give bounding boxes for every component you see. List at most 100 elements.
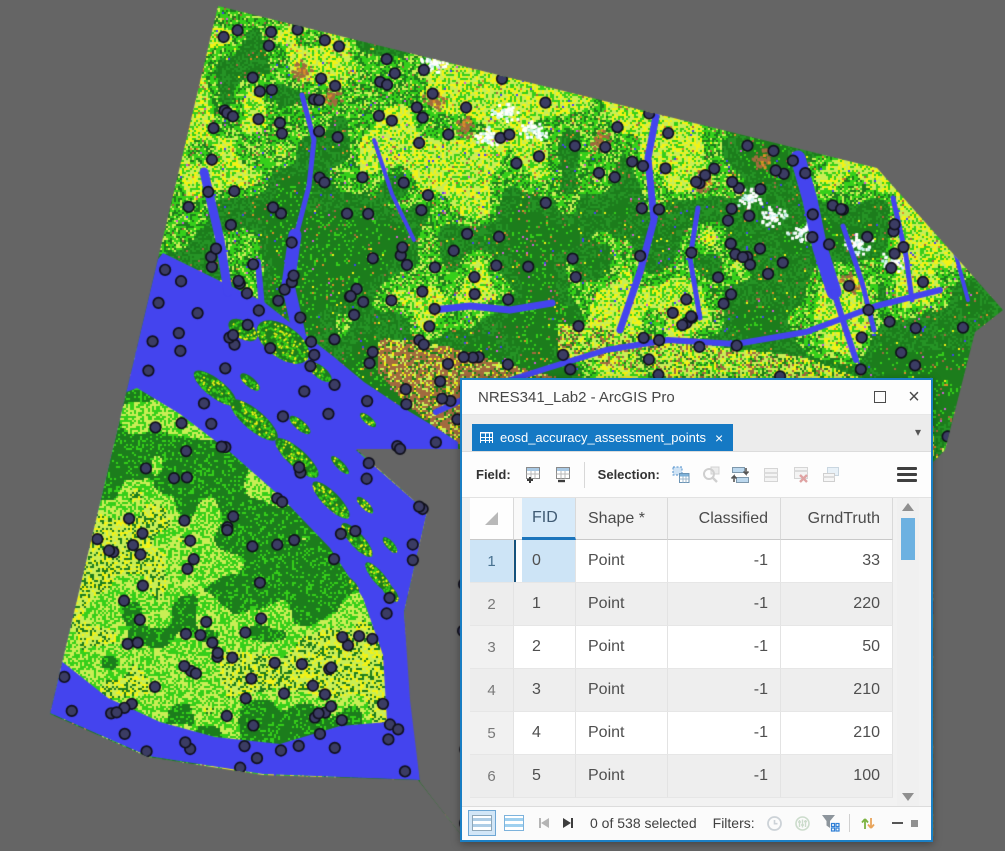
selection-count-text: 0 of 538 selected bbox=[590, 815, 697, 831]
add-field-icon bbox=[522, 465, 542, 485]
window-titlebar[interactable]: NRES341_Lab2 - ArcGIS Pro × bbox=[462, 380, 931, 415]
table-row[interactable]: 1 0 Point -1 33 bbox=[470, 540, 893, 583]
row-selector[interactable]: 5 bbox=[470, 712, 514, 755]
cell-shape[interactable]: Point bbox=[576, 669, 668, 712]
cell-grndtruth[interactable]: 100 bbox=[781, 755, 893, 798]
table-row[interactable]: 4 3 Point -1 210 bbox=[470, 669, 893, 712]
row-selector[interactable]: 6 bbox=[470, 755, 514, 798]
field-group-label: Field: bbox=[476, 467, 511, 482]
row-selector[interactable]: 4 bbox=[470, 669, 514, 712]
column-header-classified[interactable]: Classified bbox=[668, 498, 781, 540]
cell-classified[interactable]: -1 bbox=[668, 755, 781, 798]
cell-shape[interactable]: Point bbox=[576, 583, 668, 626]
clear-selection-icon bbox=[761, 465, 781, 485]
window-title: NRES341_Lab2 - ArcGIS Pro bbox=[478, 389, 863, 406]
definition-filter-button[interactable] bbox=[819, 811, 843, 835]
select-all-corner-icon bbox=[485, 512, 498, 525]
table-grid-icon bbox=[480, 432, 493, 443]
header-row: FID Shape * Classified GrndTruth bbox=[470, 498, 893, 540]
delete-field-button[interactable] bbox=[549, 462, 575, 488]
table-row[interactable]: 6 5 Point -1 100 bbox=[470, 755, 893, 798]
tab-list-caret-icon[interactable]: ▾ bbox=[915, 425, 921, 439]
sort-updown-icon bbox=[860, 814, 876, 832]
delete-selection-icon bbox=[791, 465, 811, 485]
cell-shape[interactable]: Point bbox=[576, 712, 668, 755]
scrollbar-thumb[interactable] bbox=[901, 518, 915, 560]
copy-selection-button[interactable] bbox=[818, 462, 844, 488]
screenshot-stage: NRES341_Lab2 - ArcGIS Pro × eosd_accurac… bbox=[0, 0, 1005, 851]
tab-label: eosd_accuracy_assessment_points bbox=[500, 430, 706, 445]
maximize-button[interactable] bbox=[863, 380, 897, 414]
row-selector[interactable]: 2 bbox=[470, 583, 514, 626]
column-header-fid[interactable]: FID bbox=[522, 498, 576, 540]
select-by-attributes-icon bbox=[671, 465, 691, 485]
toolbar-separator bbox=[584, 462, 585, 488]
column-header-shape[interactable]: Shape * bbox=[576, 498, 668, 540]
clear-selection-button[interactable] bbox=[758, 462, 784, 488]
cell-fid[interactable]: 1 bbox=[522, 583, 576, 626]
table-menu-button[interactable] bbox=[897, 467, 917, 482]
cell-classified[interactable]: -1 bbox=[668, 583, 781, 626]
column-header-grndtruth[interactable]: GrndTruth bbox=[781, 498, 893, 540]
sort-button[interactable] bbox=[856, 811, 880, 835]
delete-selection-button[interactable] bbox=[788, 462, 814, 488]
select-all-header[interactable] bbox=[470, 498, 514, 540]
collapse-handle-icon[interactable] bbox=[892, 822, 903, 824]
cell-fid[interactable]: 0 bbox=[522, 540, 576, 583]
range-filter-button[interactable] bbox=[791, 811, 815, 835]
cell-grndtruth[interactable]: 220 bbox=[781, 583, 893, 626]
switch-selection-button[interactable] bbox=[728, 462, 754, 488]
cell-classified[interactable]: -1 bbox=[668, 626, 781, 669]
range-sliders-icon bbox=[794, 815, 811, 832]
cell-grndtruth[interactable]: 210 bbox=[781, 669, 893, 712]
close-icon: × bbox=[908, 387, 920, 407]
cell-fid[interactable]: 5 bbox=[522, 755, 576, 798]
table-toolbar: Field: bbox=[462, 452, 931, 498]
show-all-records-button[interactable] bbox=[468, 810, 496, 836]
cell-classified[interactable]: -1 bbox=[668, 540, 781, 583]
tab-strip: eosd_accuracy_assessment_points × ▾ bbox=[462, 415, 931, 452]
cell-grndtruth[interactable]: 50 bbox=[781, 626, 893, 669]
add-field-button[interactable] bbox=[519, 462, 545, 488]
selection-group-label: Selection: bbox=[598, 467, 660, 482]
copy-selection-icon bbox=[821, 465, 841, 485]
select-by-attributes-button[interactable] bbox=[668, 462, 694, 488]
cell-fid[interactable]: 2 bbox=[522, 626, 576, 669]
vertical-scrollbar[interactable] bbox=[897, 498, 919, 806]
tab-close-icon[interactable]: × bbox=[715, 431, 723, 445]
row-selector[interactable]: 1 bbox=[470, 540, 514, 583]
scroll-up-icon[interactable] bbox=[902, 503, 914, 511]
resize-grip[interactable] bbox=[911, 820, 918, 827]
tab-eosd-accuracy-assessment-points[interactable]: eosd_accuracy_assessment_points × bbox=[472, 424, 733, 451]
first-record-button[interactable] bbox=[539, 818, 549, 828]
cell-shape[interactable]: Point bbox=[576, 540, 668, 583]
last-record-icon bbox=[563, 818, 571, 828]
cell-shape[interactable]: Point bbox=[576, 626, 668, 669]
selected-records-icon bbox=[504, 815, 524, 831]
cell-grndtruth[interactable]: 33 bbox=[781, 540, 893, 583]
table-row[interactable]: 2 1 Point -1 220 bbox=[470, 583, 893, 626]
scroll-down-icon[interactable] bbox=[902, 793, 914, 801]
switch-selection-icon bbox=[730, 465, 752, 485]
last-record-button[interactable] bbox=[563, 818, 573, 828]
close-button[interactable]: × bbox=[897, 380, 931, 414]
cell-grndtruth[interactable]: 210 bbox=[781, 712, 893, 755]
statusbar-separator bbox=[849, 814, 850, 832]
cell-fid[interactable]: 4 bbox=[522, 712, 576, 755]
delete-field-icon bbox=[552, 465, 572, 485]
zoom-to-selection-icon bbox=[701, 465, 721, 485]
attribute-grid: FID Shape * Classified GrndTruth 1 0 Poi… bbox=[470, 498, 893, 806]
table-statusbar: 0 of 538 selected Filters: bbox=[462, 806, 931, 841]
filters-label: Filters: bbox=[713, 815, 755, 831]
cell-fid[interactable]: 3 bbox=[522, 669, 576, 712]
table-row[interactable]: 5 4 Point -1 210 bbox=[470, 712, 893, 755]
row-selector[interactable]: 3 bbox=[470, 626, 514, 669]
cell-classified[interactable]: -1 bbox=[668, 669, 781, 712]
cell-shape[interactable]: Point bbox=[576, 755, 668, 798]
active-row-indicator bbox=[514, 540, 516, 582]
zoom-to-selection-button[interactable] bbox=[698, 462, 724, 488]
cell-classified[interactable]: -1 bbox=[668, 712, 781, 755]
table-row[interactable]: 3 2 Point -1 50 bbox=[470, 626, 893, 669]
time-filter-button[interactable] bbox=[763, 811, 787, 835]
show-selected-records-button[interactable] bbox=[500, 810, 528, 836]
